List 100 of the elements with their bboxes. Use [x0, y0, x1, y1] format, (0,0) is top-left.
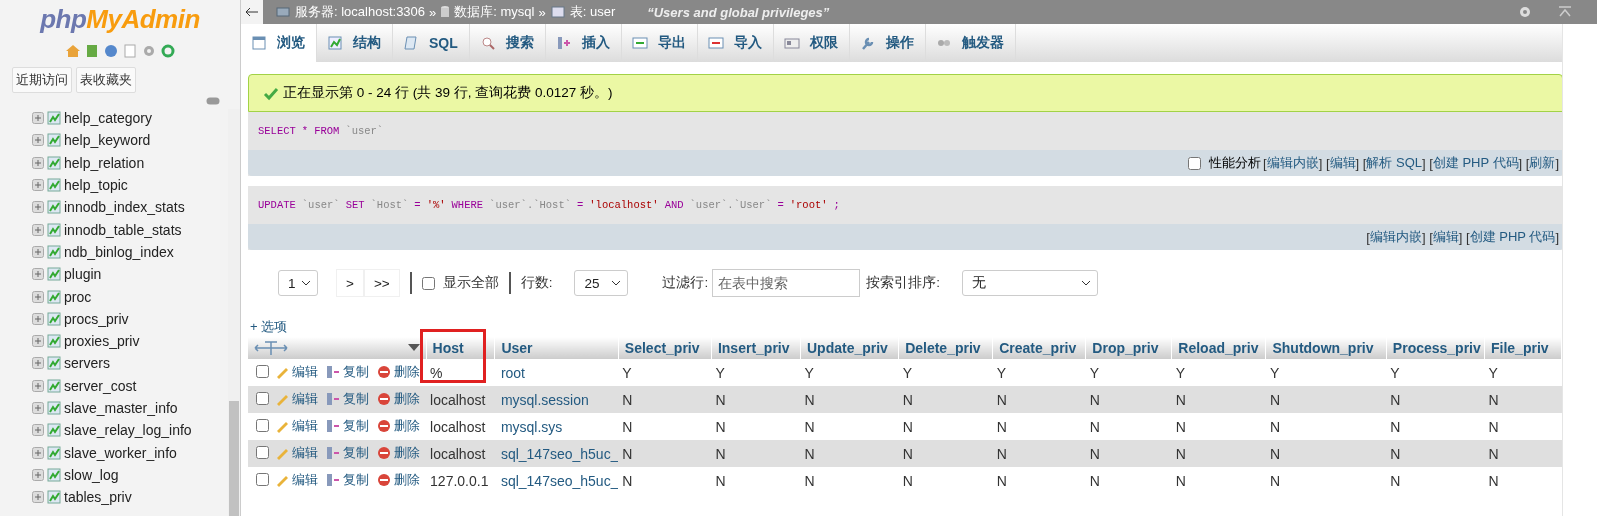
- edit-link[interactable]: 编辑: [274, 389, 319, 408]
- table-icon: [47, 133, 61, 148]
- copy-link[interactable]: 复制: [325, 389, 370, 408]
- table-link[interactable]: innodb_table_stats: [64, 221, 182, 238]
- table-link[interactable]: server_cost: [64, 377, 137, 394]
- column-header[interactable]: Select_priv: [618, 337, 712, 359]
- table-link[interactable]: slave_relay_log_info: [64, 422, 192, 439]
- table-link[interactable]: innodb_index_stats: [64, 199, 185, 216]
- tab[interactable]: 权限: [773, 24, 850, 62]
- tab[interactable]: 插入: [545, 24, 622, 62]
- row-checkbox[interactable]: [256, 364, 269, 378]
- card-icon: [783, 35, 800, 51]
- copy-link[interactable]: 复制: [325, 416, 370, 435]
- row-checkbox[interactable]: [256, 472, 269, 486]
- options-link[interactable]: + 选项: [250, 318, 288, 336]
- logo: phpMyAdmin: [38, 3, 201, 35]
- column-header[interactable]: Create_priv: [992, 337, 1086, 359]
- sql-token: UPDATE: [258, 199, 296, 211]
- table-link[interactable]: help_relation: [64, 154, 145, 171]
- table-link[interactable]: slave_master_info: [64, 400, 178, 416]
- row-checkbox[interactable]: [256, 418, 269, 432]
- column-header[interactable]: Insert_priv: [711, 337, 801, 359]
- table-link[interactable]: servers: [64, 355, 110, 372]
- edit-link[interactable]: 编辑: [274, 416, 319, 435]
- delete-link[interactable]: 删除: [376, 389, 421, 408]
- table-cell: N: [1085, 440, 1172, 467]
- filter-label: 过滤行:: [662, 274, 709, 292]
- column-header[interactable]: Reload_priv: [1171, 337, 1266, 359]
- separator-text: »: [429, 4, 437, 20]
- table-link[interactable]: slave_worker_info: [64, 444, 177, 461]
- column-header[interactable]: Shutdown_priv: [1265, 337, 1387, 359]
- expand-icon: [32, 268, 44, 281]
- column-header[interactable]: Drop_priv: [1085, 337, 1172, 359]
- profiling-checkbox[interactable]: [1188, 156, 1202, 170]
- tab[interactable]: 结构: [317, 24, 393, 62]
- tab[interactable]: 导出: [621, 24, 698, 62]
- expand-icon: [32, 446, 44, 459]
- breadcrumb-link[interactable]: 服务器: localhost:3306: [295, 3, 426, 21]
- table-link[interactable]: help_topic: [64, 177, 128, 194]
- page-nav-button[interactable]: >: [336, 269, 364, 297]
- tab[interactable]: 操作: [849, 24, 926, 62]
- table-link[interactable]: proxies_priv: [64, 333, 140, 350]
- bracket-text: [: [1366, 229, 1370, 245]
- tab[interactable]: 触发器: [925, 24, 1016, 62]
- copy-link[interactable]: 复制: [325, 470, 370, 489]
- sql-token: AND: [664, 199, 684, 211]
- table-icon: [47, 311, 61, 326]
- table-cell: N: [898, 440, 993, 467]
- table-cell: N: [1171, 467, 1266, 494]
- breadcrumb-link[interactable]: 表: user: [569, 3, 616, 21]
- column-header[interactable]: User: [494, 337, 619, 359]
- table-icon: [47, 111, 61, 126]
- delete-icon: [376, 363, 393, 380]
- delete-link[interactable]: 删除: [376, 362, 421, 381]
- query-link[interactable]: 刷新: [1529, 154, 1556, 172]
- page-select[interactable]: 1: [278, 270, 318, 296]
- expand-icon: [32, 379, 44, 392]
- edit-link[interactable]: 编辑: [274, 470, 319, 489]
- rows-select[interactable]: 25: [574, 270, 629, 296]
- column-header[interactable]: Delete_priv: [898, 337, 993, 359]
- column-header[interactable]: Host: [426, 337, 495, 359]
- table-link[interactable]: procs_priv: [64, 310, 129, 327]
- table-cell: N: [1484, 440, 1562, 467]
- table-link[interactable]: proc: [64, 288, 92, 305]
- collapse-button[interactable]: [241, 0, 263, 24]
- edit-link[interactable]: 编辑: [274, 443, 319, 462]
- column-header[interactable]: Process_priv: [1386, 337, 1485, 359]
- query-link[interactable]: 解析 SQL: [1366, 154, 1422, 172]
- delete-link[interactable]: 删除: [376, 470, 421, 489]
- tab[interactable]: 导入: [697, 24, 774, 62]
- delete-link[interactable]: 删除: [376, 416, 421, 435]
- filter-field[interactable]: 在表中搜索: [712, 269, 861, 297]
- copy-link[interactable]: 复制: [325, 362, 370, 381]
- delete-link[interactable]: 删除: [376, 443, 421, 462]
- tab[interactable]: 浏览: [241, 24, 317, 62]
- tab[interactable]: 搜索: [469, 24, 546, 62]
- sidebar-tab[interactable]: 近期访问: [12, 67, 72, 93]
- table-link[interactable]: tables_priv: [64, 489, 132, 506]
- copy-link[interactable]: 复制: [325, 443, 370, 462]
- table-cell: Y: [800, 359, 899, 386]
- column-header[interactable]: Update_priv: [800, 337, 899, 359]
- table-cell: N: [800, 386, 899, 413]
- tab[interactable]: SQL: [393, 24, 470, 62]
- column-header[interactable]: File_priv: [1484, 337, 1562, 359]
- wrench-icon: [859, 35, 876, 51]
- table-link[interactable]: help_keyword: [64, 132, 151, 149]
- show-all-checkbox[interactable]: [421, 276, 435, 290]
- row-checkbox[interactable]: [256, 445, 269, 459]
- sidebar-tab[interactable]: 表收藏夹: [76, 67, 136, 93]
- edit-link[interactable]: 编辑: [274, 362, 319, 381]
- table-link[interactable]: slow_log: [64, 466, 119, 483]
- row-checkbox[interactable]: [256, 391, 269, 405]
- reload-icon: [159, 43, 176, 59]
- page-nav-button[interactable]: >>: [363, 269, 400, 297]
- sort-select[interactable]: 无: [961, 270, 1098, 296]
- delete-icon: [376, 471, 393, 488]
- table-link[interactable]: help_category: [64, 110, 152, 127]
- table-link[interactable]: ndb_binlog_index: [64, 243, 174, 260]
- table-link[interactable]: plugin: [64, 266, 102, 283]
- breadcrumb-link[interactable]: 数据库: mysql: [454, 3, 535, 21]
